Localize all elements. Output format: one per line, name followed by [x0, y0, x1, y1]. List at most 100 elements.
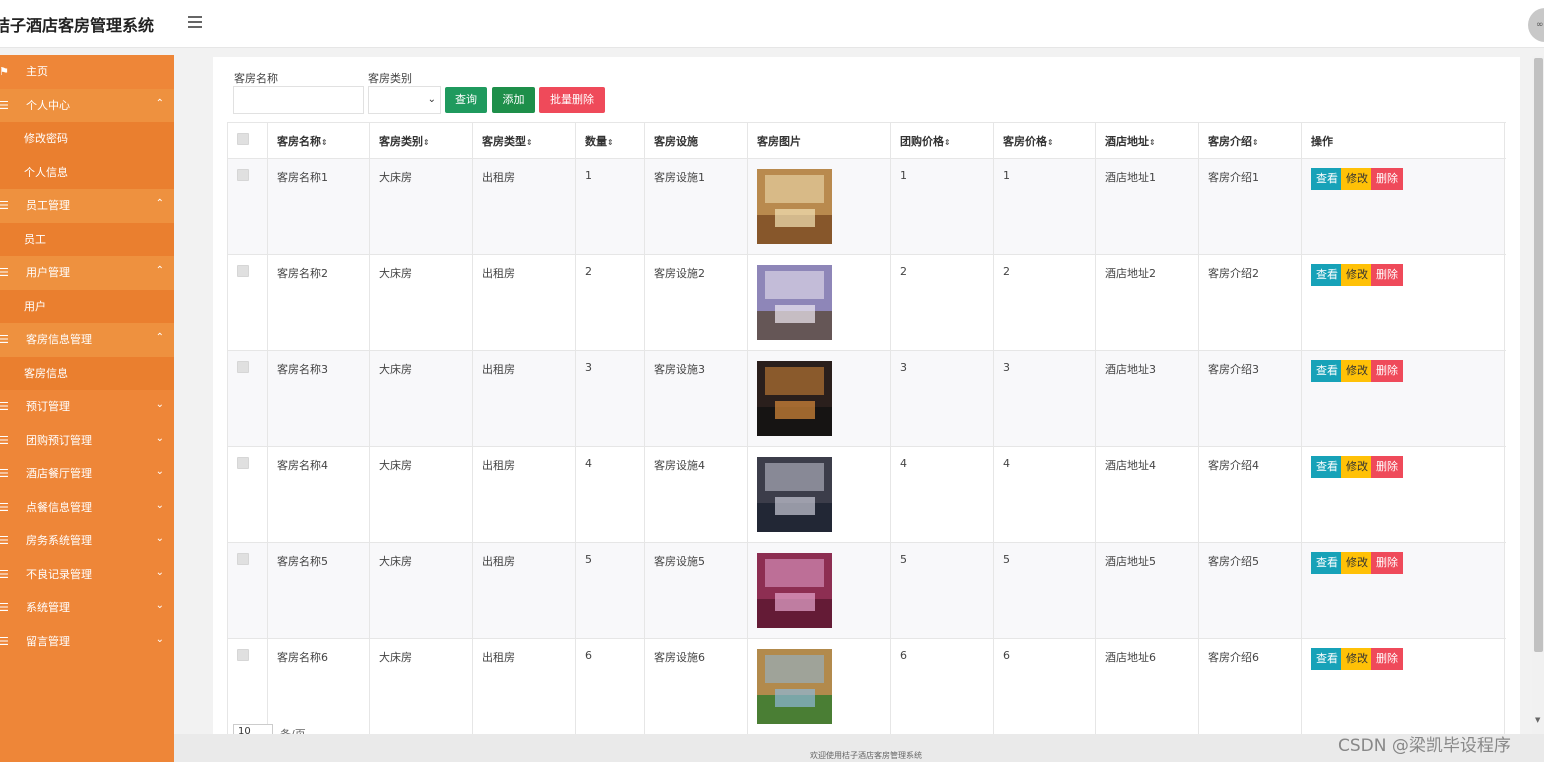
- row-checkbox[interactable]: [237, 265, 249, 277]
- row-actions: 查看 修改 删除: [1301, 446, 1505, 543]
- chevron-up-icon: ⌃: [155, 198, 164, 209]
- cell-category: 大床房: [369, 638, 473, 735]
- sidebar-item[interactable]: ☰ 客房信息管理 ⌃: [0, 323, 174, 357]
- view-button[interactable]: 查看: [1311, 168, 1343, 190]
- table-header-row: 客房名称⇕ 客房类别⇕ 客房类型⇕ 数量⇕ 客房设施 客房图片 团购价格⇕ 客房价格⇕ 酒店地址…: [227, 122, 1505, 159]
- row-checkbox[interactable]: [237, 361, 249, 373]
- sidebar-item[interactable]: ☰ 点餐信息管理 ⌄: [0, 490, 174, 524]
- page-size-text: 条/页: [280, 726, 306, 734]
- sidebar-item[interactable]: ☰ 员工管理 ⌃: [0, 189, 174, 223]
- sidebar-item[interactable]: ☰ 房务系统管理 ⌄: [0, 524, 174, 558]
- sidebar-item[interactable]: ☰ 留言管理 ⌄: [0, 624, 174, 658]
- view-button[interactable]: 查看: [1311, 552, 1343, 574]
- column-header: 操作: [1301, 122, 1505, 159]
- edit-button[interactable]: 修改: [1341, 648, 1373, 670]
- row-actions: 查看 修改 删除: [1301, 542, 1505, 639]
- menu-toggle-icon[interactable]: [188, 16, 202, 30]
- sidebar-item[interactable]: ☰ 预订管理 ⌄: [0, 390, 174, 424]
- sidebar-item[interactable]: ☰ 个人中心 ⌃: [0, 88, 174, 122]
- batch-delete-button[interactable]: 批量删除: [539, 87, 605, 113]
- row-checkbox[interactable]: [237, 649, 249, 661]
- menu-icon: ☰: [0, 199, 9, 212]
- table-row: 客房名称6 大床房 出租房 6 客房设施6 6 6 酒店地址6 客房介绍6 查看 修改 删除: [227, 638, 1505, 735]
- row-select-cell: [227, 350, 268, 447]
- avatar[interactable]: ∞: [1528, 8, 1544, 42]
- room-name-input[interactable]: [233, 86, 364, 114]
- sort-icon[interactable]: ⇕: [944, 138, 951, 147]
- delete-button[interactable]: 删除: [1371, 168, 1403, 190]
- sidebar-item[interactable]: ⚑ 主页: [0, 55, 174, 89]
- sidebar-item[interactable]: 员工: [0, 222, 174, 256]
- sidebar-item[interactable]: 客房信息: [0, 356, 174, 390]
- sidebar-item[interactable]: 用户: [0, 289, 174, 323]
- view-button[interactable]: 查看: [1311, 264, 1343, 286]
- delete-button[interactable]: 删除: [1371, 264, 1403, 286]
- cell-intro: 客房介绍5: [1198, 542, 1302, 639]
- scroll-down-icon[interactable]: ▼: [1535, 716, 1540, 724]
- sidebar-item-label: 用户管理: [26, 266, 70, 279]
- column-header[interactable]: 数量⇕: [575, 122, 645, 159]
- select-all-checkbox[interactable]: [237, 133, 249, 145]
- query-button[interactable]: 查询: [445, 87, 487, 113]
- delete-button[interactable]: 删除: [1371, 648, 1403, 670]
- chevron-down-icon: ⌄: [155, 633, 164, 645]
- column-header[interactable]: 酒店地址⇕: [1095, 122, 1199, 159]
- sidebar-item[interactable]: ☰ 不良记录管理 ⌄: [0, 557, 174, 591]
- menu-icon: ☰: [0, 400, 9, 413]
- menu-icon: ☰: [0, 534, 9, 547]
- room-photo[interactable]: [757, 265, 832, 340]
- cell-type: 出租房: [472, 542, 576, 639]
- column-header[interactable]: 客房价格⇕: [993, 122, 1096, 159]
- row-checkbox[interactable]: [237, 169, 249, 181]
- room-category-select[interactable]: ⌄: [368, 86, 441, 114]
- sidebar-item-label: 不良记录管理: [26, 567, 92, 581]
- row-checkbox[interactable]: [237, 457, 249, 469]
- column-header[interactable]: 客房类型⇕: [472, 122, 576, 159]
- sort-icon[interactable]: ⇕: [321, 138, 328, 147]
- menu-icon: ☰: [0, 467, 9, 480]
- row-checkbox[interactable]: [237, 553, 249, 565]
- sidebar-item[interactable]: ☰ 团购预订管理 ⌄: [0, 423, 174, 457]
- sort-icon[interactable]: ⇕: [423, 138, 430, 147]
- column-header[interactable]: 客房类别⇕: [369, 122, 473, 159]
- sort-icon[interactable]: ⇕: [1252, 138, 1259, 147]
- room-photo[interactable]: [757, 169, 832, 244]
- sort-icon[interactable]: ⇕: [526, 138, 533, 147]
- column-header[interactable]: 团购价格⇕: [890, 122, 994, 159]
- view-button[interactable]: 查看: [1311, 456, 1343, 478]
- room-table: 客房名称⇕ 客房类别⇕ 客房类型⇕ 数量⇕ 客房设施 客房图片 团购价格⇕ 客房价格⇕ 酒店地址…: [227, 122, 1505, 735]
- cell-quantity: 5: [575, 542, 645, 639]
- sort-icon[interactable]: ⇕: [607, 138, 614, 147]
- delete-button[interactable]: 删除: [1371, 456, 1403, 478]
- edit-button[interactable]: 修改: [1341, 456, 1373, 478]
- edit-button[interactable]: 修改: [1341, 168, 1373, 190]
- view-button[interactable]: 查看: [1311, 648, 1343, 670]
- column-header-label: 客房类型: [482, 134, 526, 148]
- add-button[interactable]: 添加: [492, 87, 535, 113]
- column-header[interactable]: 客房名称⇕: [267, 122, 370, 159]
- sidebar-item[interactable]: 修改密码: [0, 122, 174, 156]
- room-photo[interactable]: [757, 457, 832, 532]
- delete-button[interactable]: 删除: [1371, 552, 1403, 574]
- sidebar-item[interactable]: 个人信息: [0, 155, 174, 189]
- scrollbar-thumb[interactable]: [1534, 58, 1543, 652]
- room-photo[interactable]: [757, 361, 832, 436]
- sidebar-item[interactable]: ☰ 用户管理 ⌃: [0, 256, 174, 290]
- menu-icon: ☰: [0, 634, 9, 648]
- sidebar-item[interactable]: ☰ 酒店餐厅管理 ⌄: [0, 457, 174, 491]
- sort-icon[interactable]: ⇕: [1047, 138, 1054, 147]
- column-header[interactable]: 客房介绍⇕: [1198, 122, 1302, 159]
- cell-group-price: 6: [890, 638, 994, 735]
- sort-icon[interactable]: ⇕: [1149, 138, 1156, 147]
- room-photo[interactable]: [757, 553, 832, 628]
- cell-type: 出租房: [472, 254, 576, 351]
- delete-button[interactable]: 删除: [1371, 360, 1403, 382]
- edit-button[interactable]: 修改: [1341, 552, 1373, 574]
- view-button[interactable]: 查看: [1311, 360, 1343, 382]
- chevron-down-icon: ⌄: [155, 600, 164, 611]
- edit-button[interactable]: 修改: [1341, 360, 1373, 382]
- edit-button[interactable]: 修改: [1341, 264, 1373, 286]
- menu-icon: ☰: [0, 433, 9, 447]
- sidebar-item[interactable]: ☰ 系统管理 ⌄: [0, 591, 174, 625]
- room-photo[interactable]: [757, 649, 832, 724]
